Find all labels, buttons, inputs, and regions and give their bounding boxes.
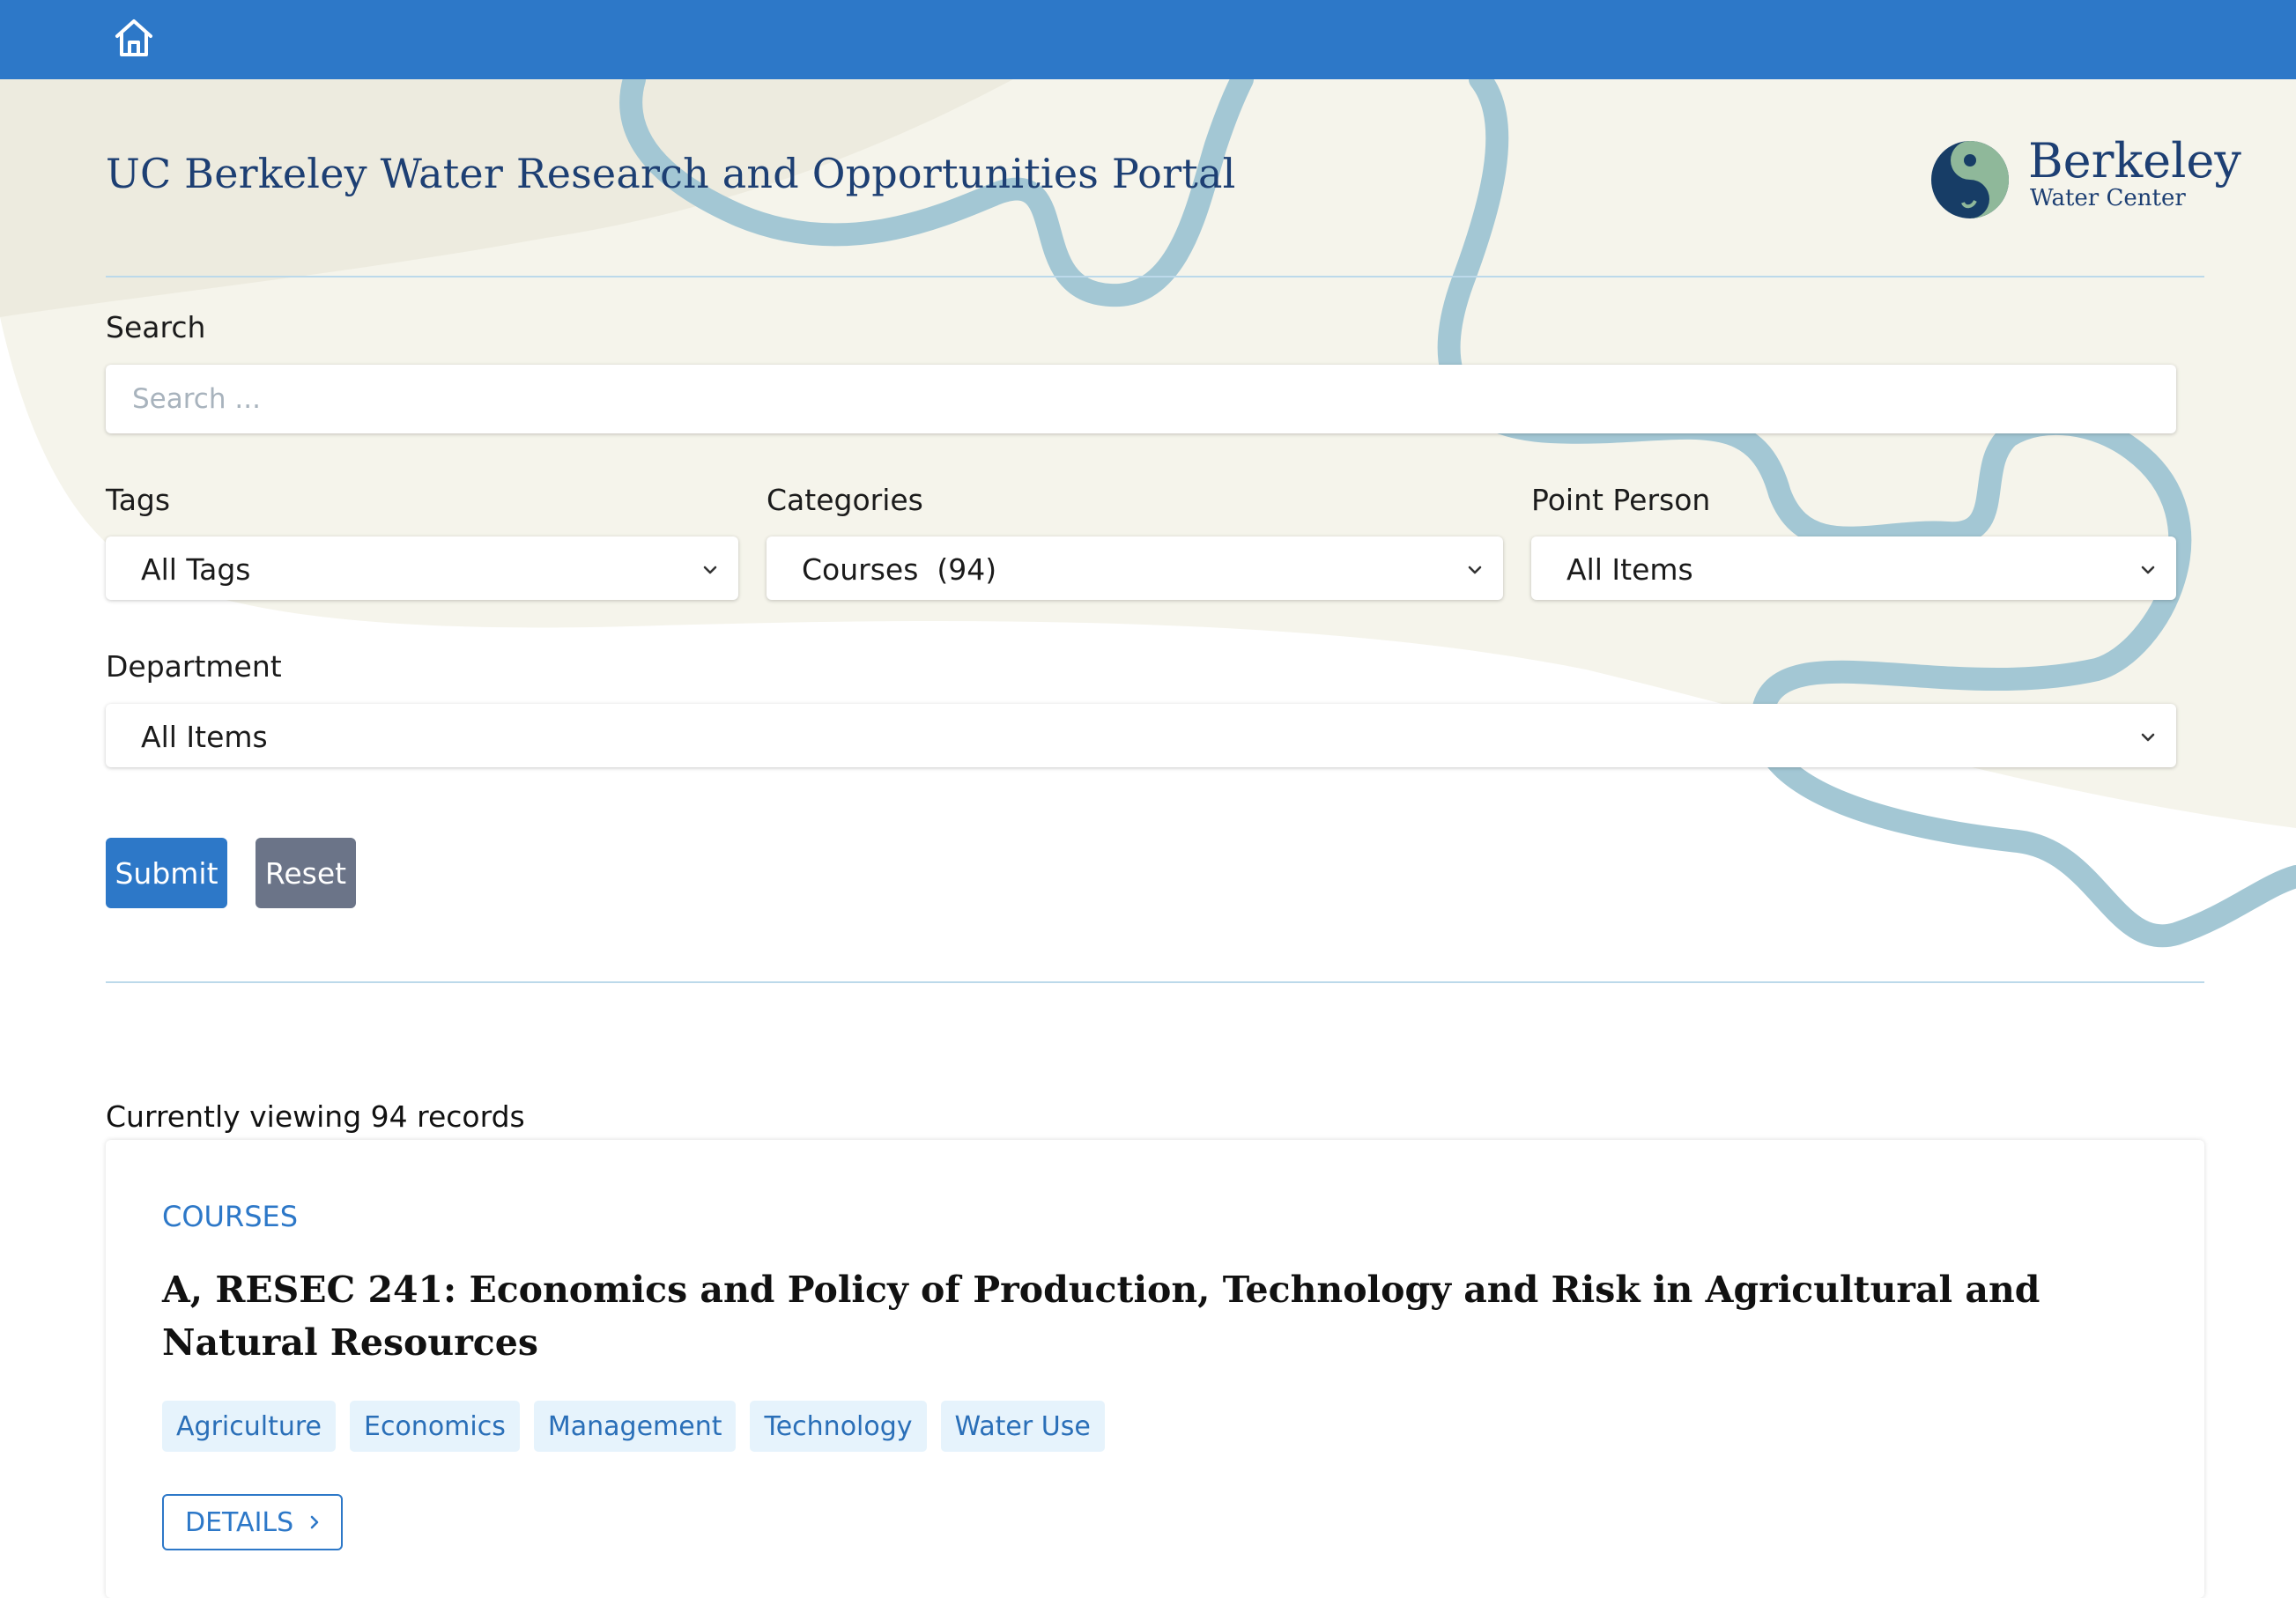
- submit-button[interactable]: Submit: [106, 838, 227, 908]
- point-person-label: Point Person: [1531, 483, 1711, 517]
- card-category: COURSES: [162, 1200, 299, 1233]
- tag-badge[interactable]: Water Use: [940, 1401, 1105, 1452]
- categories-label: Categories: [767, 483, 923, 517]
- chevron-down-icon: [1468, 566, 1482, 574]
- records-count: Currently viewing 94 records: [106, 1099, 525, 1134]
- divider: [106, 981, 2204, 983]
- details-label: DETAILS: [185, 1506, 294, 1538]
- tags-label: Tags: [106, 483, 171, 517]
- search-input[interactable]: [106, 365, 2176, 433]
- page-title: UC Berkeley Water Research and Opportuni…: [106, 150, 1236, 197]
- logo-name: Berkeley: [2028, 133, 2241, 189]
- home-icon[interactable]: [111, 15, 157, 61]
- main-content: UC Berkeley Water Research and Opportuni…: [0, 0, 2296, 1598]
- point-person-selected-value: All Items: [1566, 552, 1693, 587]
- tag-list: Agriculture Economics Management Technol…: [162, 1401, 1105, 1452]
- categories-select[interactable]: Courses (94): [767, 536, 1503, 600]
- department-label: Department: [106, 649, 282, 684]
- point-person-select[interactable]: All Items: [1531, 536, 2176, 600]
- department-selected-value: All Items: [141, 720, 268, 754]
- tag-badge[interactable]: Agriculture: [162, 1401, 336, 1452]
- card-title: A, RESEC 241: Economics and Policy of Pr…: [162, 1269, 2040, 1364]
- result-card: COURSES A, RESEC 241: Economics and Poli…: [106, 1140, 2204, 1598]
- tags-selected-value: All Tags: [141, 552, 251, 587]
- chevron-down-icon: [703, 566, 717, 574]
- categories-selected-value: Courses (94): [802, 552, 997, 587]
- chevron-down-icon: [2141, 566, 2155, 574]
- tags-select[interactable]: All Tags: [106, 536, 738, 600]
- berkeley-water-center-logo[interactable]: Berkeley Water Center: [1929, 132, 2241, 229]
- divider: [106, 276, 2204, 277]
- top-nav-bar: [0, 0, 2296, 79]
- details-button[interactable]: DETAILS: [162, 1494, 344, 1550]
- search-label: Search: [106, 310, 206, 344]
- water-drop-logo-icon: [1931, 141, 2009, 218]
- tag-badge[interactable]: Management: [533, 1401, 737, 1452]
- chevron-down-icon: [2141, 733, 2155, 742]
- logo-subtitle: Water Center: [2030, 185, 2186, 211]
- tag-badge[interactable]: Technology: [750, 1401, 927, 1452]
- reset-button[interactable]: Reset: [256, 838, 356, 908]
- tag-badge[interactable]: Economics: [350, 1401, 520, 1452]
- department-select[interactable]: All Items: [106, 704, 2176, 767]
- chevron-right-icon: [310, 1515, 319, 1529]
